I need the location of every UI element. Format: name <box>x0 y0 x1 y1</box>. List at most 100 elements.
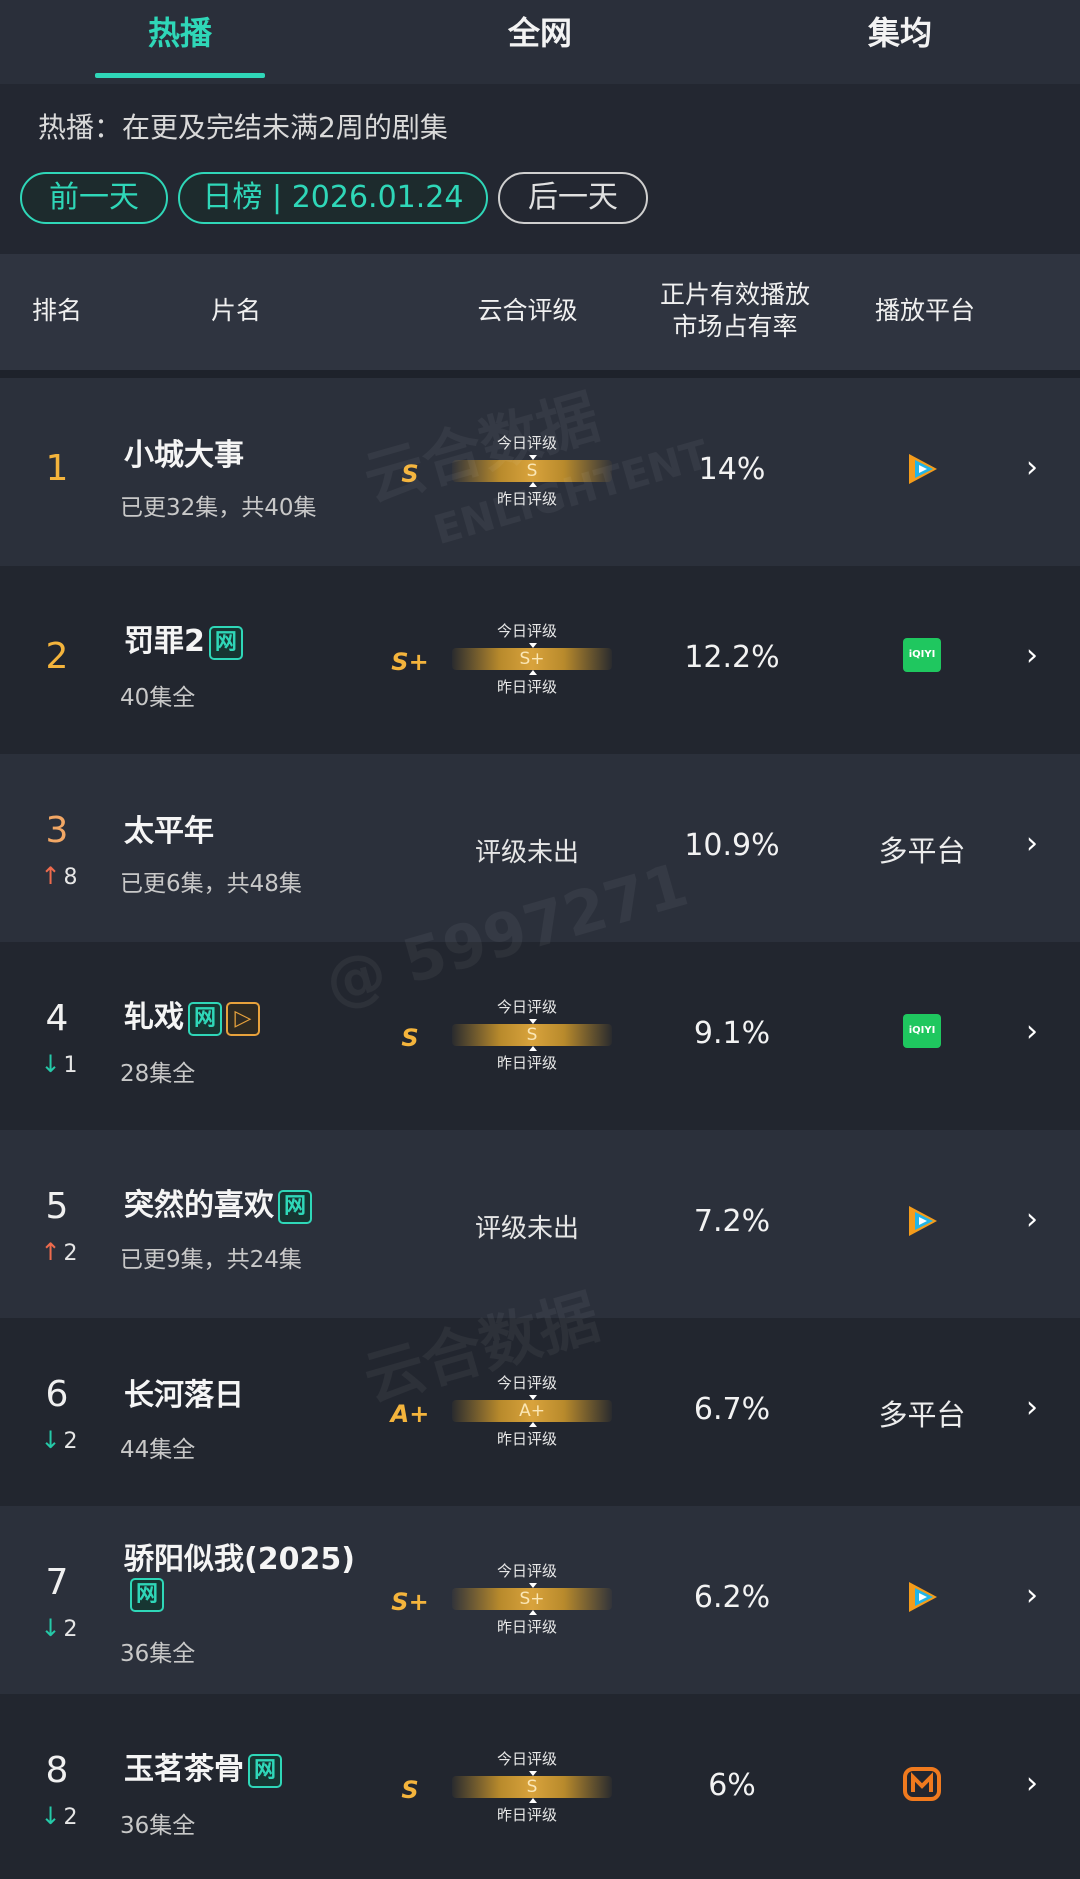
drama-title: 轧戏网 ▷ <box>124 992 260 1036</box>
today-rating-label: 今日评级 <box>496 1562 557 1580</box>
rating-pending: 评级未出 <box>474 1214 579 1244</box>
today-rating-label: 今日评级 <box>496 1750 557 1768</box>
yesterday-rating-label: 昨日评级 <box>496 1806 557 1824</box>
chevron-right-icon[interactable]: › <box>1026 1390 1038 1425</box>
episode-info: 已更9集，共24集 <box>120 1247 302 1273</box>
arrow-down-icon: ↓ <box>40 1050 61 1078</box>
table-header: 排名 片名 云合评级 正片有效播放 市场占有率 播放平台 <box>0 254 1080 370</box>
today-grade: S+ <box>519 1589 545 1609</box>
market-share: 12.2% <box>684 640 780 675</box>
filter-area: 热播：在更及完结未满2周的剧集 前一天 日榜 | 2026.01.24 后一天 <box>0 84 1080 254</box>
tab-all-network[interactable]: 全网 <box>360 0 720 84</box>
table-row[interactable]: 2 罚罪2 网 40集全 S+ 今日评级 S+ 昨日评级 12.2% iQIYI … <box>0 566 1080 754</box>
list-description: 热播：在更及完结未满2周的剧集 <box>38 111 448 144</box>
yesterday-grade: S <box>401 460 419 488</box>
market-share: 6.2% <box>693 1580 771 1615</box>
top-tab-bar: 热播 全网 集均 <box>0 0 1080 84</box>
col-share-line2: 市场占有率 <box>672 312 798 341</box>
drama-title: 骄阳似我(2025) <box>124 1542 355 1577</box>
drama-title: 太平年 <box>124 814 214 849</box>
yesterday-grade: S <box>401 1024 419 1052</box>
iqiyi-icon: iQIYI <box>862 638 982 672</box>
episode-info: 36集全 <box>120 1641 196 1667</box>
rating-bar: 今日评级 A+ 昨日评级 <box>452 1372 612 1452</box>
yesterday-rating-label: 昨日评级 <box>496 1618 557 1636</box>
rank-change: ↓ 2 <box>40 1802 78 1830</box>
today-grade: S <box>526 1025 538 1045</box>
tencent-video-icon <box>862 1200 982 1246</box>
arrow-down-icon: ↓ <box>40 1614 61 1642</box>
table-row[interactable]: 5 ↑ 2 突然的喜欢网 已更9集，共24集 评级未出 7.2% › <box>0 1130 1080 1318</box>
yesterday-rating-label: 昨日评级 <box>496 490 557 508</box>
arrow-down-icon: ↓ <box>40 1426 61 1454</box>
drama-title: 小城大事 <box>124 438 244 473</box>
network-tag: 网 <box>278 1189 312 1224</box>
today-grade: A+ <box>519 1401 545 1421</box>
table-row[interactable]: 4 ↓ 1 轧戏网 ▷ 28集全 S 今日评级 S 昨日评级 9.1% iQIYI … <box>0 942 1080 1130</box>
rating-bar: 今日评级 S 昨日评级 <box>452 432 612 512</box>
table-row[interactable]: 8 ↓ 2 玉茗茶骨网 36集全 S 今日评级 S 昨日评级 6% › <box>0 1694 1080 1879</box>
rank-change: ↓ 2 <box>40 1614 78 1642</box>
col-share-line1: 正片有效播放 <box>659 280 810 309</box>
next-day-button[interactable]: 后一天 <box>498 172 648 224</box>
episode-info: 28集全 <box>120 1061 196 1087</box>
episode-info: 36集全 <box>120 1813 196 1839</box>
drama-title: 玉茗茶骨网 <box>124 1744 282 1788</box>
rating-bar: 今日评级 S 昨日评级 <box>452 996 612 1076</box>
market-share: 14% <box>698 452 766 487</box>
chevron-right-icon[interactable]: › <box>1026 1202 1038 1237</box>
chevron-right-icon[interactable]: › <box>1026 638 1038 673</box>
today-grade: S <box>526 461 538 481</box>
today-grade: S+ <box>519 649 545 669</box>
yesterday-grade: S+ <box>391 1588 429 1616</box>
rank-number: 5 <box>45 1186 69 1227</box>
chevron-right-icon[interactable]: › <box>1026 1766 1038 1801</box>
yesterday-grade: S+ <box>391 648 429 676</box>
table-row[interactable]: 7 ↓ 2 骄阳似我(2025) 网 36集全 S+ 今日评级 S+ 昨日评级 6… <box>0 1506 1080 1694</box>
rank-number: 4 <box>45 998 69 1039</box>
rank-change: ↓ 2 <box>40 1426 78 1454</box>
episode-info: 已更32集，共40集 <box>120 495 317 521</box>
market-share: 6.7% <box>693 1392 771 1427</box>
tab-per-episode[interactable]: 集均 <box>720 0 1080 84</box>
rating-bar: 今日评级 S+ 昨日评级 <box>452 620 612 700</box>
chevron-right-icon[interactable]: › <box>1026 1014 1038 1049</box>
multi-platform-label: 多平台 <box>878 1398 966 1432</box>
episode-info: 40集全 <box>120 685 196 711</box>
drama-title-tags: 网 <box>124 1576 164 1612</box>
episode-info: 已更6集，共48集 <box>120 871 302 897</box>
tencent-video-icon <box>862 1576 982 1622</box>
date-selector[interactable]: 日榜 | 2026.01.24 <box>178 172 488 224</box>
network-tag: 网 <box>248 1753 282 1788</box>
chevron-right-icon[interactable]: › <box>1026 450 1038 485</box>
yesterday-rating-label: 昨日评级 <box>496 1054 557 1072</box>
table-row[interactable]: 1 小城大事 已更32集，共40集 S 今日评级 S 昨日评级 14% › <box>0 378 1080 566</box>
col-platform: 播放平台 <box>874 296 975 325</box>
today-rating-label: 今日评级 <box>496 434 557 452</box>
table-row[interactable]: 3 ↑ 8 太平年 已更6集，共48集 评级未出 10.9% 多平台 › <box>0 754 1080 942</box>
chevron-right-icon[interactable]: › <box>1026 1578 1038 1613</box>
rating-pending: 评级未出 <box>474 838 579 868</box>
prev-day-button[interactable]: 前一天 <box>20 172 168 224</box>
network-tag: 网 <box>130 1577 164 1612</box>
market-share: 10.9% <box>684 828 780 863</box>
today-rating-label: 今日评级 <box>496 622 557 640</box>
col-title: 片名 <box>210 296 261 325</box>
rating-bar: 今日评级 S 昨日评级 <box>452 1748 612 1828</box>
yesterday-grade: S <box>401 1776 419 1804</box>
drama-title: 长河落日 <box>124 1378 244 1413</box>
table-row[interactable]: 6 ↓ 2 长河落日 44集全 A+ 今日评级 A+ 昨日评级 6.7% 多平台 … <box>0 1318 1080 1506</box>
tencent-video-icon <box>862 448 982 494</box>
arrow-up-icon: ↑ <box>40 862 61 890</box>
chevron-right-icon[interactable]: › <box>1026 826 1038 861</box>
rank-number: 6 <box>45 1374 69 1415</box>
drama-title: 突然的喜欢网 <box>124 1180 312 1224</box>
rank-number: 3 <box>45 810 69 851</box>
market-share: 9.1% <box>693 1016 771 1051</box>
rank-number: 2 <box>45 636 69 677</box>
today-rating-label: 今日评级 <box>496 998 557 1016</box>
yesterday-rating-label: 昨日评级 <box>496 678 557 696</box>
col-rating: 云合评级 <box>477 296 578 325</box>
tab-hot[interactable]: 热播 <box>0 0 360 84</box>
play-tag-icon: ▷ <box>226 1001 260 1036</box>
